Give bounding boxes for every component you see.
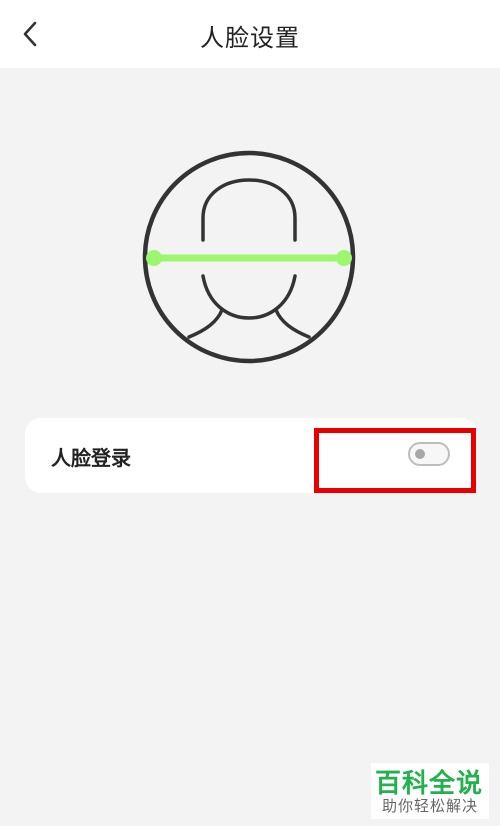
face-login-toggle[interactable]: [408, 442, 450, 466]
page-title: 人脸设置: [200, 24, 300, 52]
jaw-outline: [201, 274, 297, 320]
face-scan-illustration: [142, 150, 356, 364]
face-login-label: 人脸登录: [51, 446, 131, 470]
watermark-subtitle: 助你轻松解决: [382, 797, 479, 815]
head-outline: [201, 178, 297, 242]
watermark-logo: 百科全说 助你轻松解决: [371, 763, 489, 819]
face-login-setting-row: 人脸登录: [25, 418, 477, 493]
left-neck-line: [187, 308, 224, 339]
toggle-knob: [415, 449, 425, 459]
scan-line-left-dot: [146, 250, 162, 266]
right-neck-line: [274, 308, 311, 339]
scan-line-right-dot: [336, 250, 352, 266]
top-bar: 人脸设置: [0, 0, 500, 68]
